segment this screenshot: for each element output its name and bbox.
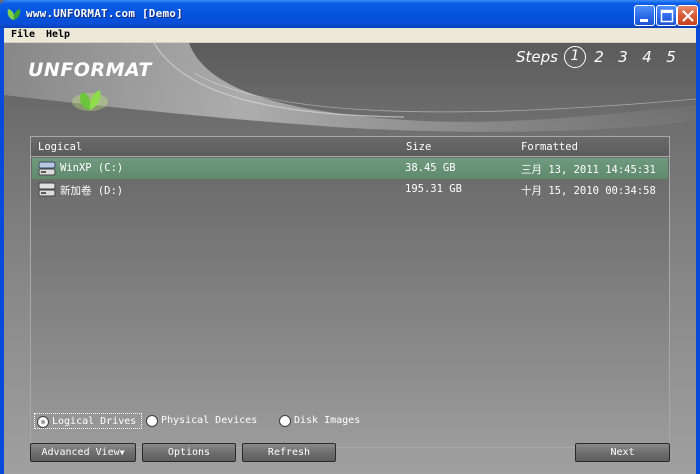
- drive-size: 38.45 GB: [405, 162, 456, 174]
- close-button[interactable]: [677, 5, 698, 26]
- step-3: 3: [618, 48, 628, 66]
- radio-physical-devices[interactable]: Physical Devices: [144, 413, 259, 429]
- drive-size: 195.31 GB: [405, 183, 462, 195]
- drive-name: WinXP (C:): [60, 162, 124, 174]
- column-logical[interactable]: Logical: [38, 141, 82, 153]
- radio-label: Disk Images: [294, 415, 361, 426]
- app-window: www.UNFORMAT.com [Demo] File Help UNFORM…: [0, 0, 700, 474]
- drive-formatted: 十月 15, 2010 00:34:58: [521, 185, 656, 197]
- radio-disk-images[interactable]: Disk Images: [277, 413, 367, 429]
- menu-file[interactable]: File: [11, 29, 35, 40]
- radio-indicator[interactable]: [279, 415, 291, 427]
- step-1: 1: [564, 46, 586, 68]
- advanced-view-label: Advanced View: [41, 447, 120, 458]
- hard-drive-icon: [38, 182, 56, 197]
- window-title: www.UNFORMAT.com [Demo]: [26, 7, 183, 20]
- drive-row[interactable]: 新加卷 (D:) 195.31 GB 十月 15, 2010 00:34:58: [32, 179, 668, 200]
- menu-help[interactable]: Help: [46, 29, 70, 40]
- minimize-button[interactable]: [634, 5, 655, 26]
- drive-row[interactable]: WinXP (C:) 38.45 GB 三月 13, 2011 14:45:31: [32, 158, 668, 179]
- maximize-icon: [660, 9, 674, 23]
- drive-name: 新加卷 (D:): [60, 185, 124, 197]
- advanced-view-button[interactable]: Advanced View▼: [30, 443, 136, 462]
- close-icon: [682, 10, 694, 22]
- dropdown-arrow-icon: ▼: [119, 448, 125, 457]
- menu-bar: File Help: [4, 28, 696, 43]
- refresh-button[interactable]: Refresh: [242, 443, 336, 462]
- steps-label: Steps: [516, 48, 558, 66]
- next-button[interactable]: Next: [575, 443, 670, 462]
- minimize-icon: [640, 19, 648, 22]
- client-area: UNFORMAT Steps 1 2 3 4 5 Logical Size Fo…: [4, 43, 696, 474]
- radio-label: Physical Devices: [161, 415, 258, 426]
- leaf-app-icon: [7, 9, 21, 20]
- unformat-logo: UNFORMAT: [28, 59, 152, 81]
- step-4: 4: [642, 48, 652, 66]
- window-frame-right: [696, 28, 700, 474]
- leaf-logo-icon: [72, 90, 108, 111]
- drive-formatted: 三月 13, 2011 14:45:31: [521, 164, 656, 176]
- drive-list[interactable]: Logical Size Formatted WinXP (C:) 38.45 …: [30, 136, 670, 448]
- radio-indicator[interactable]: [146, 415, 158, 427]
- column-formatted[interactable]: Formatted: [521, 141, 578, 153]
- list-header: Logical Size Formatted: [31, 137, 669, 157]
- radio-indicator[interactable]: [37, 416, 49, 428]
- radio-label: Logical Drives: [52, 416, 137, 427]
- title-bar[interactable]: www.UNFORMAT.com [Demo]: [0, 0, 700, 28]
- maximize-button[interactable]: [656, 5, 677, 26]
- radio-logical-drives[interactable]: Logical Drives: [34, 413, 142, 429]
- step-5: 5: [666, 48, 676, 66]
- step-2: 2: [594, 48, 604, 66]
- hard-drive-icon: [38, 161, 56, 176]
- options-button[interactable]: Options: [142, 443, 236, 462]
- column-size[interactable]: Size: [406, 141, 431, 153]
